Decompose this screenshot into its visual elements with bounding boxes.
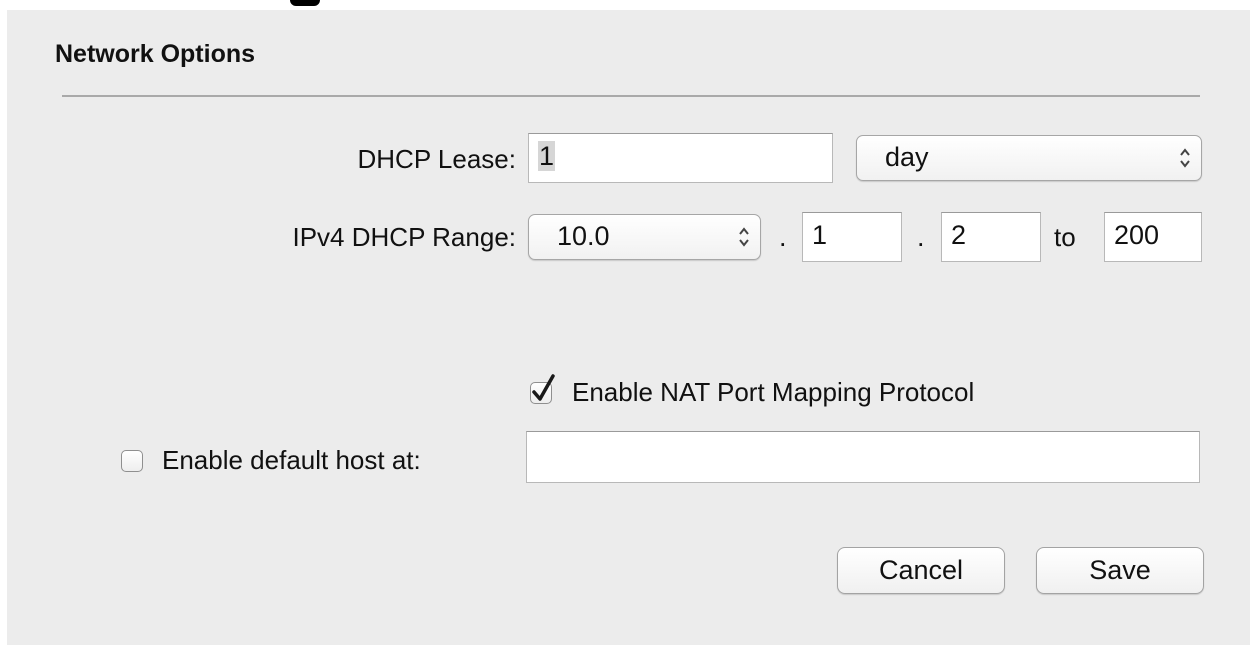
nat-pmp-checkbox[interactable] <box>530 374 555 404</box>
up-down-chevrons-icon <box>1180 148 1190 168</box>
dhcp-lease-unit-select[interactable]: day <box>856 135 1202 181</box>
range-separator-1: . <box>779 222 787 252</box>
checkmark-icon <box>532 374 555 401</box>
cropped-top-fragment <box>0 0 1250 10</box>
dhcp-range-to-label: to <box>1054 222 1076 252</box>
dhcp-lease-label: DHCP Lease: <box>357 144 517 174</box>
dhcp-lease-value: 1 <box>538 141 556 171</box>
save-button[interactable]: Save <box>1036 547 1204 594</box>
cancel-button[interactable]: Cancel <box>837 547 1005 594</box>
dhcp-range-prefix-select[interactable]: 10.0 <box>528 214 761 260</box>
nat-pmp-label[interactable]: Enable NAT Port Mapping Protocol <box>572 377 974 408</box>
default-host-input[interactable] <box>526 431 1200 483</box>
range-separator-2: . <box>917 222 925 252</box>
default-host-checkbox[interactable] <box>121 450 143 472</box>
dhcp-range-prefix-value: 10.0 <box>557 221 610 251</box>
dhcp-range-end-input[interactable]: 200 <box>1104 212 1202 262</box>
dhcp-lease-input[interactable]: 1 <box>528 133 833 183</box>
dhcp-range-label: IPv4 DHCP Range: <box>292 222 516 252</box>
dhcp-range-octet3-input[interactable]: 1 <box>802 212 902 262</box>
dhcp-range-start-input[interactable]: 2 <box>941 212 1041 262</box>
section-divider <box>62 95 1200 97</box>
default-host-label[interactable]: Enable default host at: <box>162 445 421 476</box>
section-title: Network Options <box>55 40 256 68</box>
up-down-chevrons-icon <box>739 227 749 247</box>
cropped-glyph-fragment <box>290 0 320 6</box>
dhcp-lease-unit-value: day <box>885 142 929 172</box>
